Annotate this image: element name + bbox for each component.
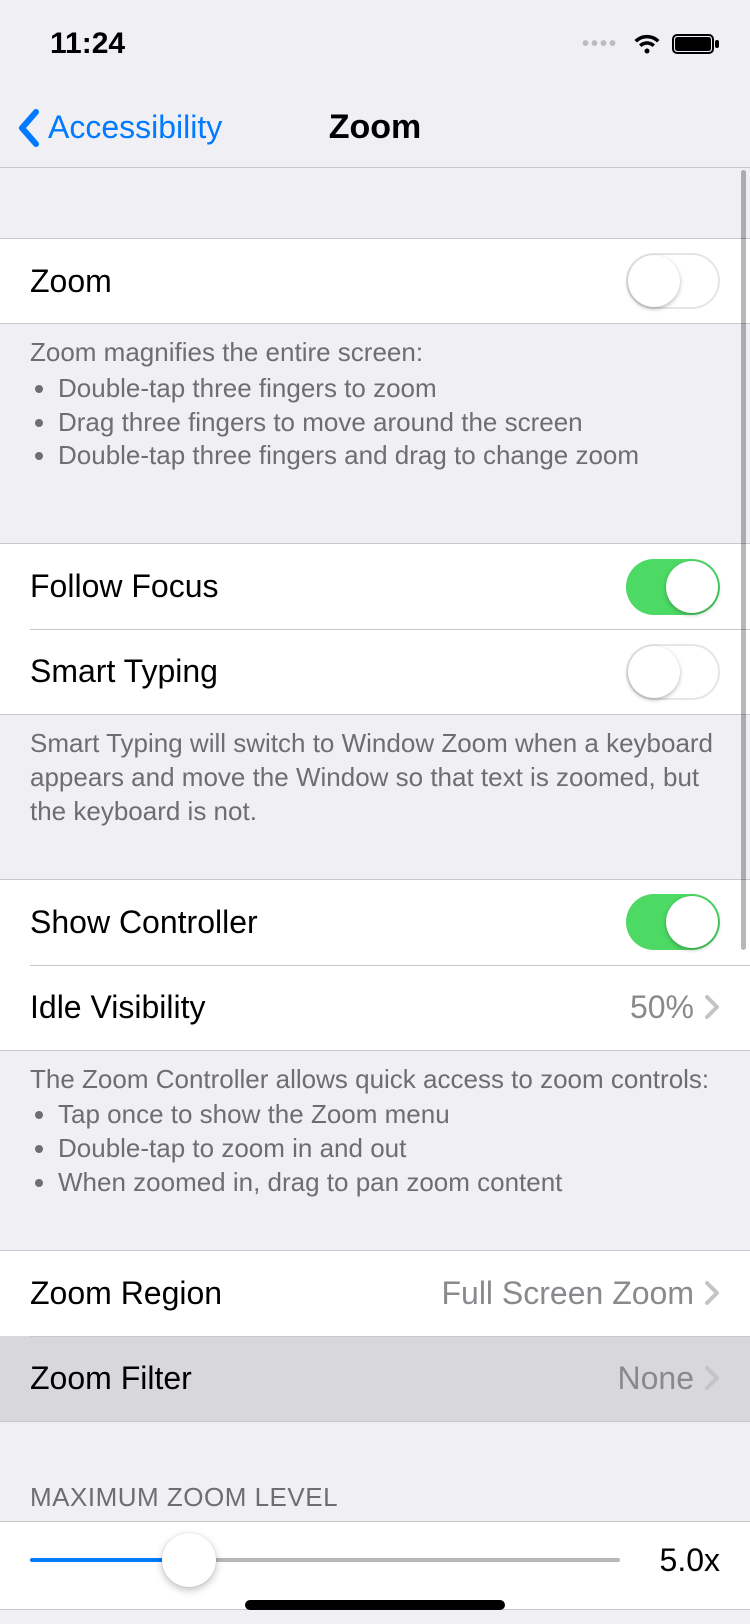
max-zoom-slider[interactable] <box>30 1558 620 1562</box>
show-controller-switch[interactable] <box>626 894 720 950</box>
zoom-help-item: Double-tap three fingers to zoom <box>58 372 720 406</box>
chevron-left-icon <box>16 108 42 148</box>
show-controller-row[interactable]: Show Controller <box>0 879 750 965</box>
controller-help-intro: The Zoom Controller allows quick access … <box>30 1063 720 1097</box>
battery-icon <box>672 32 720 56</box>
zoom-filter-row[interactable]: Zoom Filter None <box>0 1336 750 1422</box>
zoom-label: Zoom <box>30 263 626 300</box>
status-time: 11:24 <box>50 27 125 61</box>
slider-thumb[interactable] <box>162 1533 216 1587</box>
nav-bar: Accessibility Zoom <box>0 88 750 168</box>
controller-help: The Zoom Controller allows quick access … <box>0 1051 750 1200</box>
follow-focus-switch[interactable] <box>626 559 720 615</box>
status-right: •••• <box>582 32 720 56</box>
idle-visibility-value: 50% <box>630 989 694 1026</box>
settings-content: Zoom Zoom magnifies the entire screen: D… <box>0 168 750 1624</box>
zoom-help-item: Drag three fingers to move around the sc… <box>58 406 720 440</box>
zoom-help-item: Double-tap three fingers and drag to cha… <box>58 439 720 473</box>
zoom-region-label: Zoom Region <box>30 1275 441 1312</box>
controller-help-item: Double-tap to zoom in and out <box>58 1132 720 1166</box>
status-bar: 11:24 •••• <box>0 0 750 88</box>
idle-visibility-label: Idle Visibility <box>30 989 630 1026</box>
zoom-region-value: Full Screen Zoom <box>441 1275 694 1312</box>
chevron-right-icon <box>704 1280 720 1306</box>
zoom-help: Zoom magnifies the entire screen: Double… <box>0 324 750 473</box>
back-label: Accessibility <box>48 109 222 146</box>
smart-typing-label: Smart Typing <box>30 653 626 690</box>
back-button[interactable]: Accessibility <box>0 108 222 148</box>
chevron-right-icon <box>704 994 720 1020</box>
scroll-indicator[interactable] <box>741 170 746 950</box>
follow-focus-row[interactable]: Follow Focus <box>0 543 750 629</box>
controller-help-item: When zoomed in, drag to pan zoom content <box>58 1166 720 1200</box>
zoom-help-intro: Zoom magnifies the entire screen: <box>30 336 720 370</box>
max-zoom-value: 5.0x <box>640 1542 720 1579</box>
max-zoom-header: MAXIMUM ZOOM LEVEL <box>0 1482 750 1521</box>
show-controller-label: Show Controller <box>30 904 626 941</box>
cell-signal-dots: •••• <box>582 33 618 56</box>
controller-help-item: Tap once to show the Zoom menu <box>58 1098 720 1132</box>
home-indicator[interactable] <box>245 1600 505 1610</box>
follow-focus-label: Follow Focus <box>30 568 626 605</box>
zoom-region-row[interactable]: Zoom Region Full Screen Zoom <box>0 1250 750 1336</box>
max-zoom-slider-row: 5.0x <box>0 1521 750 1610</box>
smart-typing-switch[interactable] <box>626 644 720 700</box>
zoom-filter-label: Zoom Filter <box>30 1360 618 1397</box>
smart-typing-row[interactable]: Smart Typing <box>0 629 750 715</box>
idle-visibility-row[interactable]: Idle Visibility 50% <box>0 965 750 1051</box>
zoom-filter-value: None <box>618 1360 695 1397</box>
zoom-switch[interactable] <box>626 253 720 309</box>
zoom-toggle-row[interactable]: Zoom <box>0 238 750 324</box>
chevron-right-icon <box>704 1365 720 1391</box>
wifi-icon <box>632 32 662 56</box>
smart-typing-help: Smart Typing will switch to Window Zoom … <box>0 715 750 828</box>
